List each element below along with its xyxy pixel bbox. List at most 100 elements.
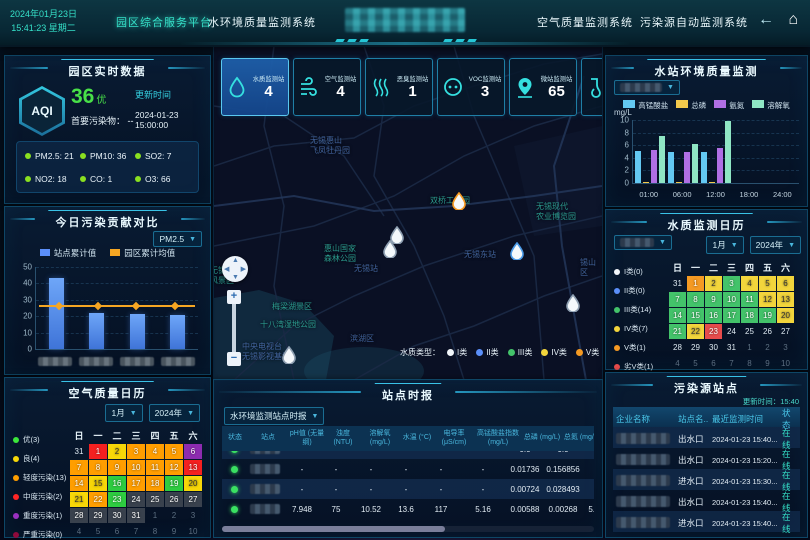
pan-left-icon[interactable]: ◀ xyxy=(224,265,229,273)
station-marker-white[interactable] xyxy=(383,240,397,263)
calendar-day[interactable]: 30 xyxy=(705,340,722,355)
calendar-day[interactable]: 8 xyxy=(687,292,704,307)
zoom-track[interactable] xyxy=(232,304,236,352)
calendar-day[interactable]: 10 xyxy=(777,356,794,371)
calendar-day[interactable]: 5 xyxy=(165,444,183,459)
calendar-day[interactable]: 21 xyxy=(669,324,686,339)
hourly-row[interactable]: 7.9487510.5213.61175.160.005880.002685.5… xyxy=(222,499,594,519)
nav-air-quality[interactable]: 空气质量监测系统 xyxy=(537,14,633,30)
calendar-day[interactable]: 18 xyxy=(146,476,164,491)
home-icon[interactable]: ⌂ xyxy=(788,11,798,29)
calendar-day[interactable]: 1 xyxy=(146,508,164,523)
calendar-day[interactable]: 24 xyxy=(723,324,740,339)
pollution-row[interactable]: 进水口2024-01-23 15:30...在线 xyxy=(613,469,800,490)
station-marker-white[interactable] xyxy=(566,294,580,317)
calendar-day[interactable]: 23 xyxy=(108,492,126,507)
zoom-in-button[interactable]: + xyxy=(227,290,241,304)
calendar-day[interactable]: 6 xyxy=(777,276,794,291)
calendar-day[interactable]: 26 xyxy=(165,492,183,507)
calendar-day[interactable]: 3 xyxy=(127,444,145,459)
calendar-day[interactable]: 17 xyxy=(127,476,145,491)
hourly-row[interactable]: ------0.00.0-- xyxy=(222,451,594,459)
calendar-day[interactable]: 2 xyxy=(759,340,776,355)
calendar-day[interactable]: 25 xyxy=(146,492,164,507)
station-button-odor[interactable]: 恶臭监测站1 xyxy=(365,58,433,116)
calendar-day[interactable]: 19 xyxy=(759,308,776,323)
calendar-day[interactable]: 11 xyxy=(741,292,758,307)
zoom-out-button[interactable]: − xyxy=(227,352,241,366)
calendar-day[interactable]: 20 xyxy=(777,308,794,323)
calendar-day[interactable]: 18 xyxy=(741,308,758,323)
calendar-day[interactable]: 1 xyxy=(741,340,758,355)
station-button-air[interactable]: 空气监测站4 xyxy=(293,58,361,116)
calendar-day[interactable]: 9 xyxy=(759,356,776,371)
calendar-day[interactable]: 1 xyxy=(89,444,107,459)
calendar-day[interactable]: 11 xyxy=(146,460,164,475)
calendar-day[interactable]: 3 xyxy=(777,340,794,355)
calendar-day[interactable]: 5 xyxy=(759,276,776,291)
calendar-day[interactable]: 5 xyxy=(89,524,107,539)
calendar-day[interactable]: 3 xyxy=(723,276,740,291)
hourly-row[interactable]: ------0.017360.156856-- xyxy=(222,459,594,479)
calendar-day[interactable]: 4 xyxy=(741,276,758,291)
calendar-day[interactable]: 26 xyxy=(759,324,776,339)
station-select[interactable]: ▼ xyxy=(614,80,680,95)
year-select[interactable]: 2024年▼ xyxy=(149,404,200,422)
nav-water-env[interactable]: 水环境质量监测系统 xyxy=(208,14,316,30)
calendar-day[interactable]: 29 xyxy=(89,508,107,523)
calendar-day[interactable]: 28 xyxy=(70,508,88,523)
calendar-day[interactable]: 16 xyxy=(108,476,126,491)
calendar-day[interactable]: 9 xyxy=(165,524,183,539)
calendar-day[interactable]: 31 xyxy=(70,444,88,459)
calendar-day[interactable]: 7 xyxy=(723,356,740,371)
calendar-day[interactable]: 31 xyxy=(127,508,145,523)
horizontal-scrollbar[interactable] xyxy=(222,526,594,532)
calendar-day[interactable]: 7 xyxy=(127,524,145,539)
calendar-day[interactable]: 6 xyxy=(108,524,126,539)
calendar-day[interactable]: 10 xyxy=(184,524,202,539)
station-marker-orange[interactable] xyxy=(452,192,466,215)
calendar-day[interactable]: 31 xyxy=(669,276,686,291)
station-marker-blue[interactable] xyxy=(510,242,524,265)
pollutant-select[interactable]: PM2.5▼ xyxy=(153,231,202,247)
pollution-row[interactable]: 出水口2024-01-23 15:40...在线 xyxy=(613,490,800,511)
calendar-day[interactable]: 27 xyxy=(184,492,202,507)
station-button-pollution[interactable]: 污染源监测站6 xyxy=(581,58,603,116)
calendar-day[interactable]: 2 xyxy=(705,276,722,291)
calendar-day[interactable]: 1 xyxy=(687,276,704,291)
calendar-day[interactable]: 10 xyxy=(723,292,740,307)
pollution-row[interactable]: 进水口2024-01-23 15:40...在线 xyxy=(613,511,800,532)
calendar-day[interactable]: 25 xyxy=(741,324,758,339)
calendar-day[interactable]: 7 xyxy=(70,460,88,475)
calendar-day[interactable]: 12 xyxy=(759,292,776,307)
calendar-day[interactable]: 14 xyxy=(669,308,686,323)
calendar-day[interactable]: 10 xyxy=(127,460,145,475)
calendar-day[interactable]: 12 xyxy=(165,460,183,475)
month-select[interactable]: 1月▼ xyxy=(706,236,743,254)
calendar-day[interactable]: 17 xyxy=(723,308,740,323)
station-select[interactable]: ▼ xyxy=(614,235,672,250)
nav-park-platform[interactable]: 园区综合服务平台 xyxy=(116,14,212,30)
calendar-day[interactable]: 31 xyxy=(723,340,740,355)
calendar-day[interactable]: 7 xyxy=(669,292,686,307)
calendar-day[interactable]: 30 xyxy=(108,508,126,523)
calendar-day[interactable]: 6 xyxy=(184,444,202,459)
calendar-day[interactable]: 8 xyxy=(146,524,164,539)
calendar-day[interactable]: 20 xyxy=(184,476,202,491)
calendar-day[interactable]: 9 xyxy=(705,292,722,307)
map-pan-control[interactable]: ▲ ▼ ◀ ▶ xyxy=(222,256,248,282)
pan-up-icon[interactable]: ▲ xyxy=(232,257,239,264)
calendar-day[interactable]: 15 xyxy=(687,308,704,323)
pollution-row[interactable]: 出水口2024-01-23 15:20...在线 xyxy=(613,448,800,469)
hourly-station-select[interactable]: 水环境监测站点时报▼ xyxy=(224,407,324,425)
calendar-day[interactable]: 14 xyxy=(70,476,88,491)
calendar-day[interactable]: 13 xyxy=(777,292,794,307)
pollution-row[interactable]: 出水口2024-01-23 15:40...在线 xyxy=(613,427,800,448)
calendar-day[interactable]: 5 xyxy=(687,356,704,371)
month-select[interactable]: 1月▼ xyxy=(105,404,142,422)
calendar-day[interactable]: 9 xyxy=(108,460,126,475)
calendar-day[interactable]: 15 xyxy=(89,476,107,491)
calendar-day[interactable]: 22 xyxy=(687,324,704,339)
calendar-day[interactable]: 4 xyxy=(146,444,164,459)
calendar-day[interactable]: 19 xyxy=(165,476,183,491)
